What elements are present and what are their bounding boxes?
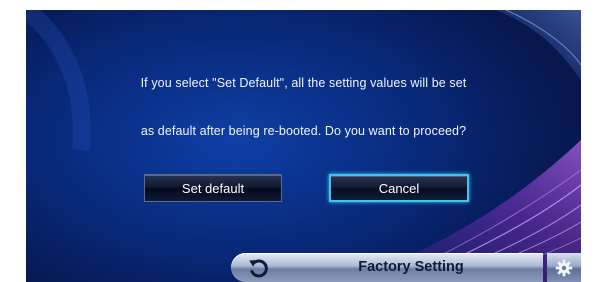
background-light-streaks xyxy=(26,10,581,282)
factory-setting-screen: If you select "Set Default", all the set… xyxy=(26,10,581,282)
dialog-message-line-2: as default after being re-booted. Do you… xyxy=(140,124,467,138)
rotate-back-icon xyxy=(249,258,268,277)
dialog-message-line-1: If you select "Set Default", all the set… xyxy=(140,76,467,90)
page-title: Factory Setting xyxy=(358,259,464,275)
back-button[interactable] xyxy=(234,255,284,280)
settings-button[interactable] xyxy=(547,253,581,282)
cancel-button[interactable]: Cancel xyxy=(329,174,469,202)
set-default-button[interactable]: Set default xyxy=(144,174,282,202)
gear-icon xyxy=(555,259,573,276)
